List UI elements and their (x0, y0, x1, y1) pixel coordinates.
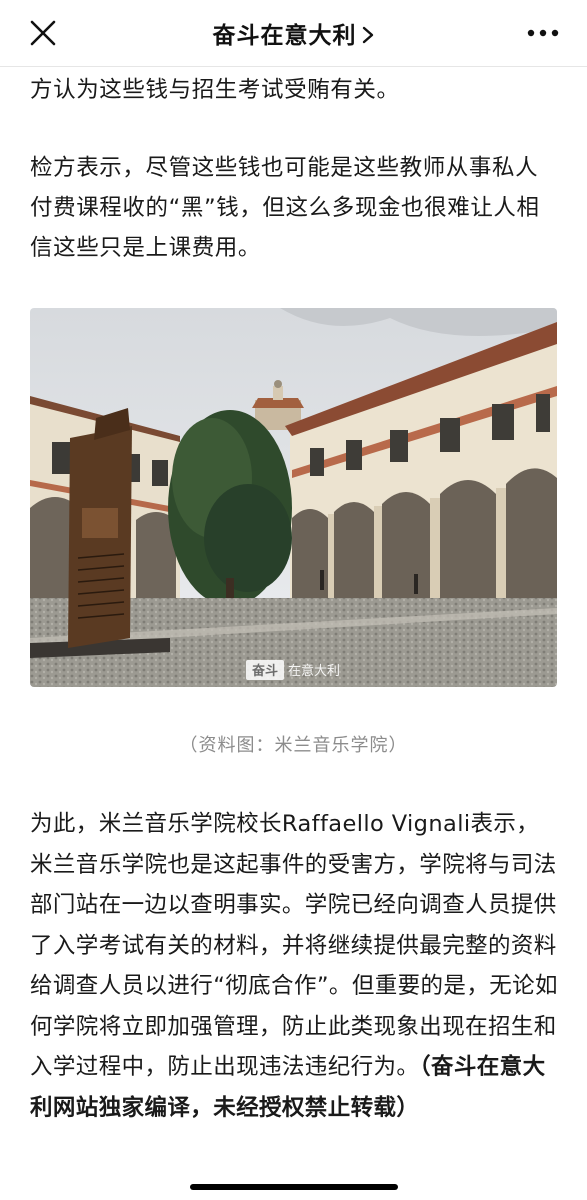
svg-text:奋斗: 奋斗 (251, 663, 278, 679)
image-caption: （资料图：米兰音乐学院） (179, 735, 408, 756)
more-icon[interactable] (525, 22, 561, 44)
paragraph-1: 方认为这些钱与招生考试受贿有关。 (30, 77, 400, 103)
account-name: 奋斗在意大利 (212, 23, 357, 49)
navigation-bar: 奋斗在意大利 (0, 0, 587, 67)
svg-text:在意大利: 在意大利 (288, 663, 340, 679)
paragraph-2: 检方表示，尽管这些钱也可能是这些教师从事私人付费课程收的“黑”钱，但这么多现金也… (30, 155, 540, 261)
article-photo[interactable]: 奋斗 在意大利 (30, 308, 557, 687)
chevron-right-icon (361, 25, 375, 51)
paragraph-3: 为此，米兰音乐学院校长Raffaello Vignali表示，米兰音乐学院也是这… (30, 804, 562, 1128)
account-name-link[interactable]: 奋斗在意大利 (0, 16, 587, 51)
paragraph-3-text: 为此，米兰音乐学院校长Raffaello Vignali表示，米兰音乐学院也是这… (30, 811, 558, 1080)
home-indicator[interactable] (190, 1184, 398, 1190)
